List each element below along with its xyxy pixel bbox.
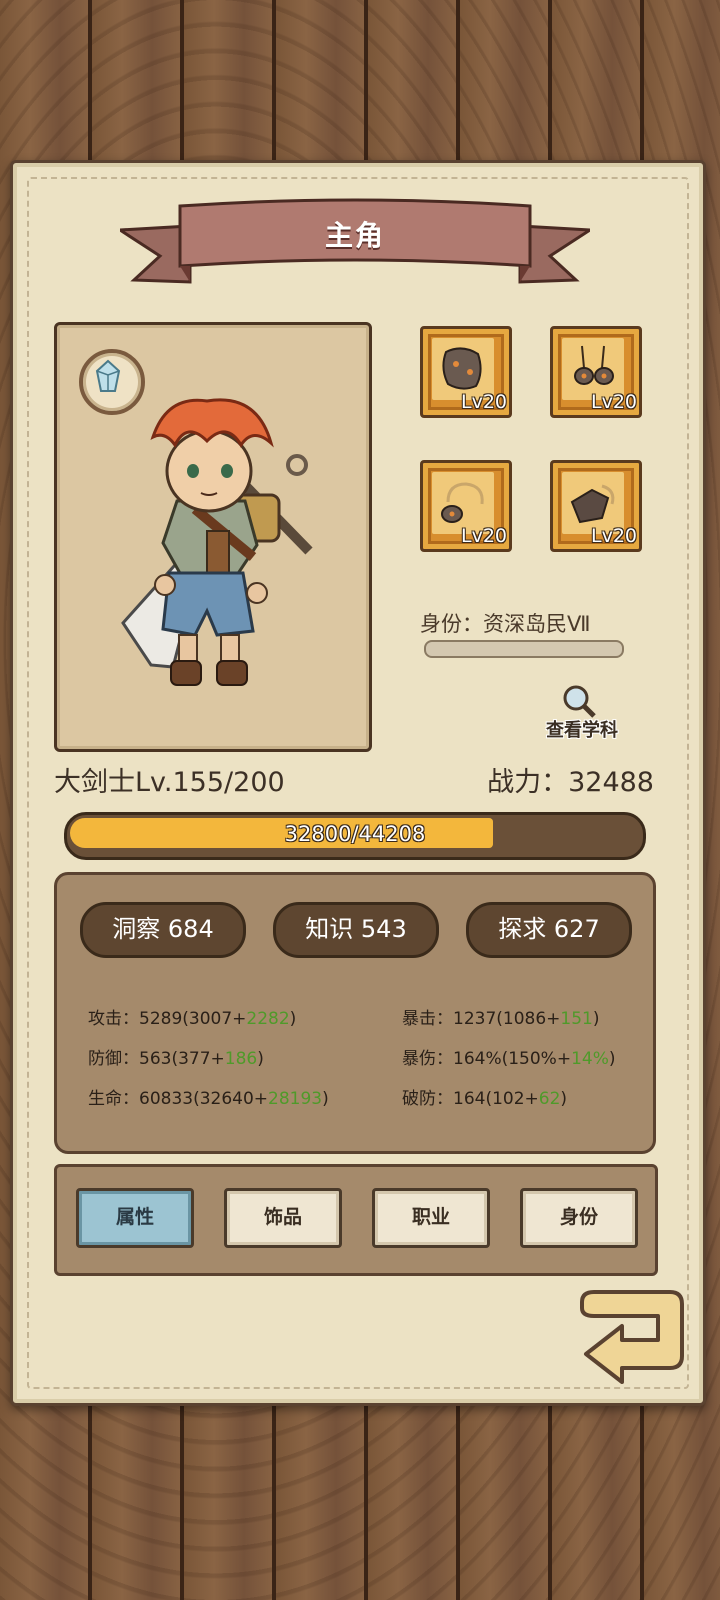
equip-slot-4[interactable]: Lv20	[550, 460, 642, 552]
stat-crit-damage: 暴伤：164%(150%+14%)	[402, 1049, 616, 1069]
view-subject-button[interactable]: 查看学科	[546, 685, 636, 744]
class-level: 大剑士Lv.155/200	[54, 767, 285, 798]
stat-crit: 暴击：1237(1086+151)	[402, 1009, 600, 1029]
combat-power: 战力：32488	[487, 767, 654, 798]
back-button[interactable]	[574, 1286, 686, 1386]
attribute-pursuit: 探求 627	[466, 902, 632, 958]
equip-slot-3[interactable]: Lv20	[420, 460, 512, 552]
tab-profession[interactable]: 职业	[372, 1188, 490, 1248]
tab-accessories[interactable]: 饰品	[224, 1188, 342, 1248]
title-ribbon: 主角	[120, 196, 590, 292]
stat-hp: 生命：60833(32640+28193)	[88, 1089, 329, 1109]
stat-attack: 攻击：5289(3007+2282)	[88, 1009, 297, 1029]
equip-level: Lv20	[460, 525, 507, 547]
swordsman-character-icon	[121, 398, 313, 686]
tab-identity[interactable]: 身份	[520, 1188, 638, 1248]
attribute-knowledge: 知识 543	[273, 902, 439, 958]
equip-level: Lv20	[590, 391, 637, 413]
equip-level: Lv20	[460, 391, 507, 413]
xp-bar: 32800/44208	[64, 812, 646, 860]
identity-progress-bar	[424, 640, 624, 658]
xp-text: 32800/44208	[284, 822, 426, 846]
back-arrow-icon	[580, 1290, 684, 1384]
view-subject-label: 查看学科	[546, 720, 618, 741]
magnifier-icon	[563, 685, 596, 718]
equip-level: Lv20	[590, 525, 637, 547]
equip-slot-1[interactable]: Lv20	[420, 326, 512, 418]
stat-defense: 防御：563(377+186)	[88, 1049, 264, 1069]
attribute-insight: 洞察 684	[80, 902, 246, 958]
character-portrait	[54, 322, 372, 752]
identity-label: 身份：资深岛民Ⅶ	[420, 612, 591, 636]
tab-attributes[interactable]: 属性	[76, 1188, 194, 1248]
stat-armor-break: 破防：164(102+62)	[402, 1089, 568, 1109]
page-title: 主角	[324, 219, 385, 252]
equip-slot-2[interactable]: Lv20	[550, 326, 642, 418]
